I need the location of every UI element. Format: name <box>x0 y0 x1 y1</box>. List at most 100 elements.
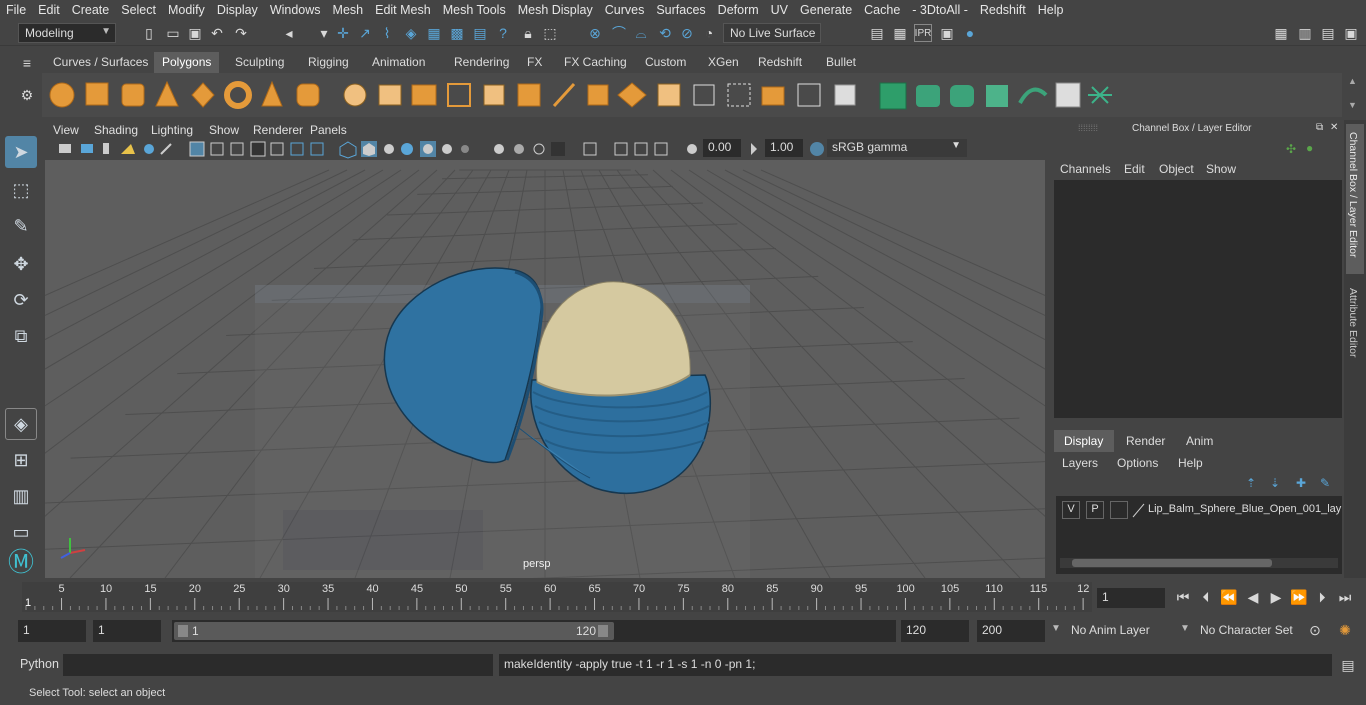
planar-uv-icon[interactable] <box>797 83 821 107</box>
smooth-shade-icon[interactable] <box>361 141 377 157</box>
attribute-editor-side-tab[interactable]: Attribute Editor <box>1346 280 1364 380</box>
safe-action-icon[interactable] <box>290 142 304 156</box>
shelf-tab-custom[interactable]: Custom <box>637 52 694 73</box>
menu-display[interactable]: Display <box>211 3 264 17</box>
panel-menu-renderer[interactable]: Renderer <box>253 123 303 137</box>
layer-type-toggle[interactable] <box>1110 501 1128 519</box>
safe-title-icon[interactable] <box>310 142 324 156</box>
shelf-tab-rigging[interactable]: Rigging <box>300 52 357 73</box>
help-symmetry-icon[interactable]: ? <box>494 24 512 42</box>
target-weld-icon[interactable] <box>617 82 647 108</box>
history-icon[interactable]: ▤ <box>471 24 489 42</box>
single-view-icon[interactable]: ◈ <box>5 408 37 440</box>
menu-edit[interactable]: Edit <box>32 3 66 17</box>
shelf-tab-xgen[interactable]: XGen <box>700 52 747 73</box>
extrude-icon[interactable] <box>483 84 505 106</box>
snap-together-icon[interactable]: ⊗ <box>586 24 604 42</box>
bookmark-icon[interactable] <box>103 143 109 154</box>
scene-end-field[interactable]: 200 <box>977 620 1045 642</box>
layer-scrollbar-thumb[interactable] <box>1072 559 1272 567</box>
layer-name[interactable]: Lip_Balm_Sphere_Blue_Open_001_lay <box>1148 503 1341 515</box>
select-pick-icon[interactable]: ⬚ <box>541 24 559 42</box>
panel-menu-view[interactable]: View <box>53 123 79 137</box>
channelbox-menu-object[interactable]: Object <box>1159 162 1194 176</box>
four-view-icon[interactable]: ⊞ <box>5 444 37 476</box>
3d-viewport[interactable]: persp <box>45 160 1045 578</box>
motion-blur-icon[interactable] <box>514 144 524 154</box>
channelbox-menu-channels[interactable]: Channels <box>1060 162 1111 176</box>
range-slider[interactable]: 1 120 <box>172 620 896 642</box>
layer-tab-anim[interactable]: Anim <box>1176 430 1228 452</box>
shelf-tab-redshift[interactable]: Redshift <box>750 52 810 73</box>
xray-icon[interactable] <box>420 141 436 157</box>
chevron-down-icon[interactable]: ▼ <box>1180 623 1190 634</box>
select-mode-icon[interactable]: ▾ <box>315 24 333 42</box>
poly-sphere-icon[interactable] <box>49 82 75 108</box>
layer-tab-display[interactable]: Display <box>1054 430 1114 452</box>
float-icon[interactable]: ⧉ <box>1316 122 1323 133</box>
automatic-uv-icon[interactable] <box>834 84 856 106</box>
layer-menu-options[interactable]: Options <box>1117 456 1158 470</box>
wireframe-on-shaded-icon[interactable] <box>384 144 394 154</box>
lasso-icon[interactable]: ⌒ <box>610 24 628 42</box>
workspace-layout-icon[interactable]: ▦ <box>1272 24 1290 42</box>
new-layer-icon[interactable]: ✚ <box>1296 476 1306 490</box>
menu-redshift[interactable]: Redshift <box>974 3 1032 17</box>
insert-edge-icon[interactable] <box>657 83 681 107</box>
snap-curve-icon[interactable]: ↗ <box>356 24 374 42</box>
shelf-scroll-down-icon[interactable]: ▼ <box>1348 100 1357 110</box>
lights-icon[interactable] <box>442 144 452 154</box>
combine-icon[interactable] <box>343 83 367 107</box>
undo-icon[interactable]: ↶ <box>208 24 226 42</box>
rotate-tool-icon[interactable]: ⟳ <box>5 284 37 316</box>
go-to-end-icon[interactable]: ⏭ <box>1336 588 1354 606</box>
layer-playback-toggle[interactable]: P <box>1086 501 1104 519</box>
layer-menu-help[interactable]: Help <box>1178 456 1203 470</box>
ambient-occlusion-icon[interactable] <box>494 144 504 154</box>
shadows-icon[interactable] <box>461 145 469 153</box>
camera-icon[interactable] <box>59 144 71 153</box>
layer-menu-layers[interactable]: Layers <box>1062 456 1098 470</box>
menu-mesh-display[interactable]: Mesh Display <box>512 3 599 17</box>
layer-visibility-toggle[interactable]: V <box>1062 501 1080 519</box>
menu-3dtoall[interactable]: - 3DtoAll - <box>906 3 974 17</box>
textured-icon[interactable] <box>401 143 413 155</box>
play-backward-icon[interactable]: ◀ <box>1244 588 1262 606</box>
shelf-tab-animation[interactable]: Animation <box>364 52 433 73</box>
menu-mesh[interactable]: Mesh <box>327 3 370 17</box>
ipr-render-icon[interactable]: IPR <box>914 24 932 42</box>
save-scene-icon[interactable]: ▣ <box>186 24 204 42</box>
scale-tool-icon[interactable]: ⧉ <box>5 320 37 352</box>
checker-icon[interactable] <box>1055 82 1081 108</box>
move-layer-down-icon[interactable]: ⇣ <box>1270 476 1280 490</box>
reflection-icon[interactable]: ◔ <box>700 24 718 42</box>
go-to-start-icon[interactable]: ⏮ <box>1174 588 1192 606</box>
shelf-tab-polygons[interactable]: Polygons <box>154 52 220 73</box>
film-gate-icon[interactable] <box>210 142 224 156</box>
move-tool-icon[interactable]: ✥ <box>5 248 37 280</box>
menu-surfaces[interactable]: Surfaces <box>650 3 711 17</box>
channelbox-menu-edit[interactable]: Edit <box>1124 162 1145 176</box>
render-view-icon[interactable]: ▣ <box>938 24 956 42</box>
panel-menu-lighting[interactable]: Lighting <box>151 123 193 137</box>
layer-tab-render[interactable]: Render <box>1116 430 1174 452</box>
quad-draw-icon[interactable] <box>727 83 751 107</box>
attribute-toggle-icon[interactable]: ▤ <box>1319 24 1337 42</box>
time-ruler[interactable]: 5 10 15 20 25 30 35 40 45 50 55 60 65 70 75 80 85 90 95 100… <box>22 582 1092 612</box>
bevel-icon[interactable] <box>517 83 541 107</box>
wireframe-icon[interactable] <box>339 141 357 159</box>
command-input[interactable] <box>63 654 493 676</box>
poly-pipe-icon[interactable] <box>296 83 320 107</box>
grid-toggle-icon[interactable] <box>189 141 205 157</box>
color-management-icon[interactable] <box>810 142 824 156</box>
panel-menu-panels[interactable]: Panels <box>310 123 347 137</box>
uv-editor-icon[interactable] <box>879 82 907 110</box>
shelf-scroll-up-icon[interactable]: ▲ <box>1348 76 1357 86</box>
render-settings-icon[interactable]: ▤ <box>868 24 886 42</box>
camera-attr-icon[interactable] <box>81 144 93 153</box>
persp-outliner-icon[interactable]: ▥ <box>5 480 37 512</box>
script-editor-icon[interactable]: ▤ <box>1339 656 1357 674</box>
exposure-field[interactable]: 0.00 <box>703 139 741 157</box>
shelf-tab-curves-surfaces[interactable]: Curves / Surfaces <box>45 52 156 73</box>
gate-mask-icon[interactable] <box>250 141 266 157</box>
